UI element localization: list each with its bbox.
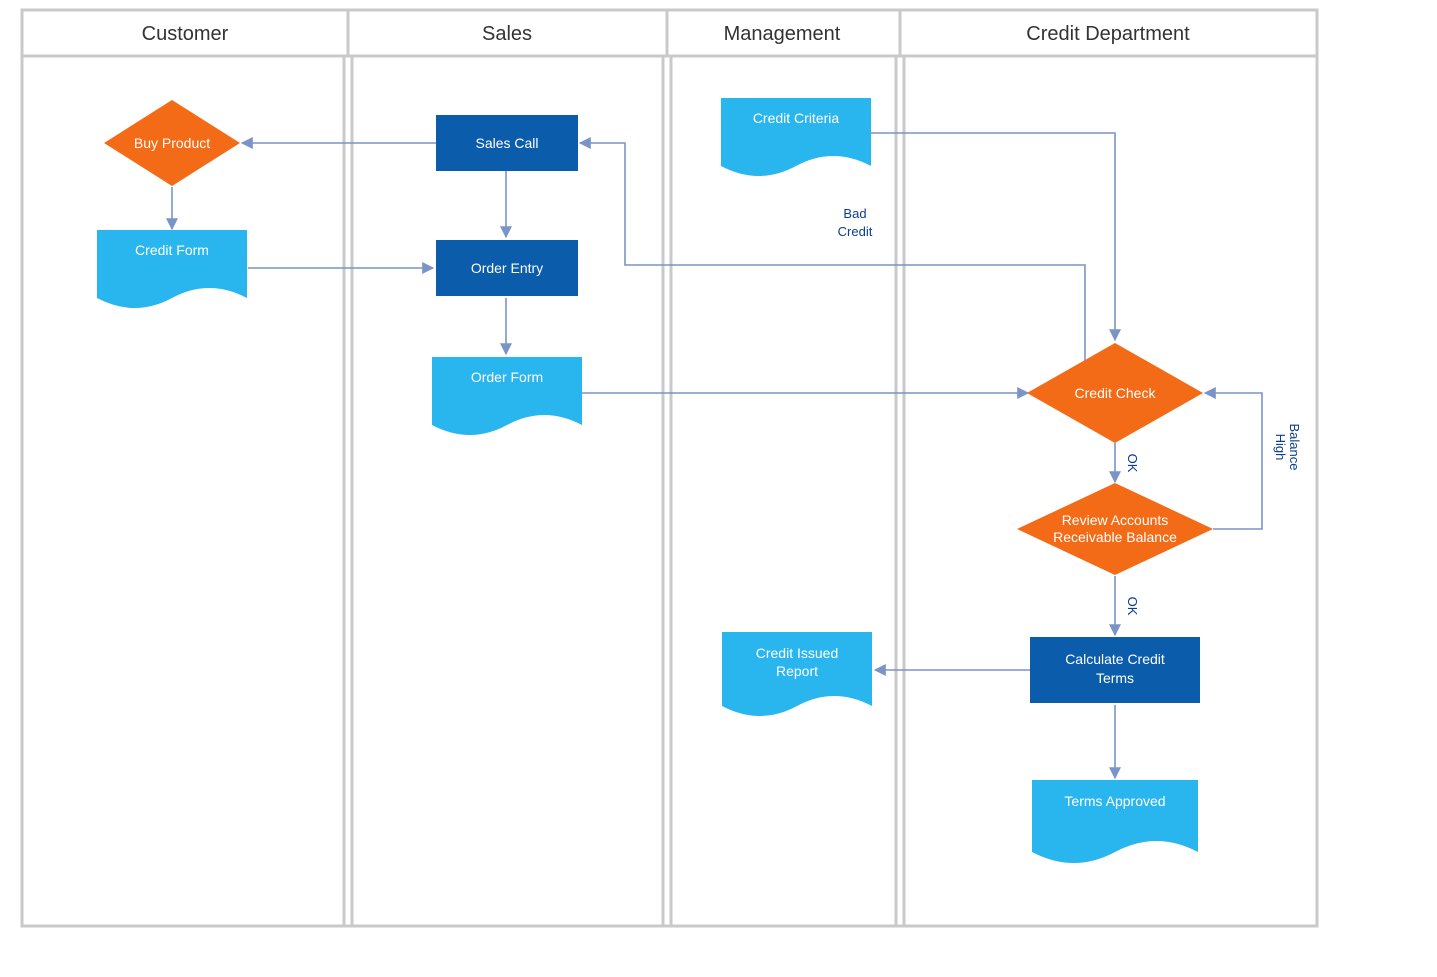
label-bad-credit-2: Credit <box>838 224 873 239</box>
node-credit-criteria-label: Credit Criteria <box>753 110 840 126</box>
node-order-entry-label: Order Entry <box>471 260 543 276</box>
lane-title-management: Management <box>724 23 841 45</box>
node-calc-terms-label2: Terms <box>1096 670 1134 686</box>
node-order-entry: Order Entry <box>436 240 578 296</box>
node-calc-terms: Calculate Credit Terms <box>1030 637 1200 703</box>
node-credit-issued-label1: Credit Issued <box>756 645 838 661</box>
label-bad-credit-1: Bad <box>843 206 866 221</box>
lane-title-customer: Customer <box>142 23 229 45</box>
node-order-form-label: Order Form <box>471 369 543 385</box>
label-ok-2: OK <box>1125 597 1140 616</box>
lane-title-credit: Credit Department <box>1026 23 1190 45</box>
node-review-ar-label1: Review Accounts <box>1062 512 1169 528</box>
node-review-ar-label2: Receivable Balance <box>1053 529 1177 545</box>
node-calc-terms-label1: Calculate Credit <box>1065 651 1165 667</box>
label-balance: Balance <box>1287 424 1302 471</box>
node-credit-check-label: Credit Check <box>1075 385 1157 401</box>
node-credit-form-label: Credit Form <box>135 242 209 258</box>
label-ok-1: OK <box>1125 454 1140 473</box>
node-credit-issued-label2: Report <box>776 663 818 679</box>
node-buy-product-label: Buy Product <box>134 135 210 151</box>
node-sales-call: Sales Call <box>436 115 578 171</box>
label-high: High <box>1273 434 1288 461</box>
swimlane-flowchart: Customer Sales Management Credit Departm… <box>0 0 1437 977</box>
node-sales-call-label: Sales Call <box>475 135 538 151</box>
node-terms-approved-label: Terms Approved <box>1064 793 1165 809</box>
lane-title-sales: Sales <box>482 23 532 45</box>
